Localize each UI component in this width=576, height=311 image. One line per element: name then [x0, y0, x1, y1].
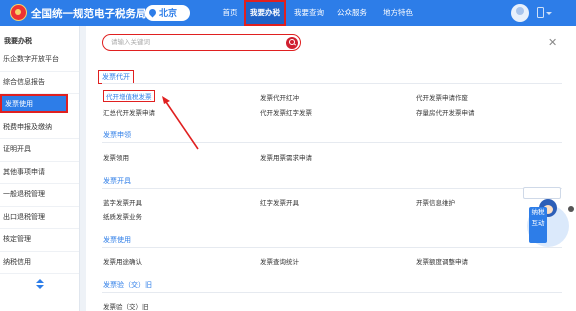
sidebar-scroll-control[interactable]	[36, 279, 44, 289]
link-blue-invoice[interactable]: 蓝字发票开具	[103, 197, 142, 207]
nav-local-features[interactable]: 地方特色	[378, 0, 418, 26]
section-title-invoice-agent: 发票代开	[98, 70, 134, 84]
chevron-down-icon[interactable]	[546, 12, 552, 15]
sidebar-item-export-refund[interactable]: 出口退税管理	[0, 207, 79, 229]
sidebar-item-assessment[interactable]: 核定管理	[0, 229, 79, 252]
tax-assistant-widget[interactable]: 纳税互动	[519, 187, 574, 249]
sidebar-item-leqi[interactable]: 乐企数字开放平台	[0, 49, 79, 72]
section-title-invoice-issue: 发票开具	[103, 178, 131, 185]
region-selector[interactable]: 北京	[145, 5, 190, 21]
mobile-icon[interactable]	[537, 7, 544, 18]
divider	[102, 247, 562, 248]
user-avatar-icon[interactable]	[511, 4, 529, 22]
link-invoice-purpose[interactable]: 发票用途确认	[103, 256, 142, 266]
service-panel: ✕ 发票代开 代开增值税发票 发票代开红冲 代开发票申请作废 汇总代开发票申请 …	[86, 26, 576, 311]
tax-emblem-icon	[10, 4, 27, 21]
sidebar-item-other-apply[interactable]: 其他事项申请	[0, 162, 79, 184]
search-input[interactable]	[111, 37, 281, 48]
sidebar-title: 我要办税	[4, 38, 32, 45]
divider	[102, 83, 562, 84]
nav-query[interactable]: 我要查询	[291, 0, 327, 26]
guide-arrow-icon	[162, 96, 199, 150]
link-invoice-stats[interactable]: 发票查询统计	[260, 256, 299, 266]
link-billing-info[interactable]: 开票信息维护	[416, 197, 455, 207]
close-icon[interactable]: ✕	[548, 38, 557, 49]
sidebar-item-invoice-use[interactable]: 发票使用	[0, 94, 68, 113]
link-red-invoice[interactable]: 红字发票开具	[260, 197, 299, 207]
section-title-invoice-apply: 发票申领	[103, 132, 131, 139]
top-header: 全国统一规范电子税务局 北京 首页 我要办税 我要查询 公众服务 地方特色	[0, 0, 576, 26]
chevron-down-icon[interactable]	[36, 285, 44, 289]
nav-public-service[interactable]: 公众服务	[334, 0, 370, 26]
link-agent-red-reversal[interactable]: 发票代开红冲	[260, 92, 299, 102]
sidebar-item-refund[interactable]: 一般退税管理	[0, 184, 79, 207]
link-agent-void[interactable]: 代开发票申请作废	[416, 92, 468, 102]
link-agent-red-invoice[interactable]: 代开发票红字发票	[260, 107, 312, 117]
link-invoice-quota[interactable]: 发票额度调整申请	[416, 256, 468, 266]
nav-tax-handling[interactable]: 我要办税	[244, 0, 286, 26]
link-agent-summary[interactable]: 汇总代开发票申请	[103, 107, 155, 117]
link-invoice-receive[interactable]: 发票领用	[103, 152, 129, 162]
sidebar: 我要办税 乐企数字开放平台 综合信息报告 发票使用 税费申报及缴纳 证明开具 其…	[0, 26, 80, 311]
link-agent-vat-invoice[interactable]: 代开增值税发票	[103, 90, 155, 102]
link-invoice-demand[interactable]: 发票用票需求申请	[260, 152, 312, 162]
close-icon[interactable]	[568, 206, 574, 212]
chevron-up-icon[interactable]	[36, 279, 44, 283]
link-agent-existing-house[interactable]: 存量房代开发票申请	[416, 107, 475, 117]
link-paper-invoice[interactable]: 纸质发票业务	[103, 211, 142, 221]
section-title-invoice-use: 发票使用	[103, 237, 131, 244]
sidebar-item-certificate[interactable]: 证明开具	[0, 139, 79, 162]
search-icon[interactable]	[286, 36, 298, 49]
sidebar-item-credit[interactable]: 纳税信用	[0, 252, 79, 274]
nav-home[interactable]: 首页	[219, 0, 241, 26]
assistant-tip-card[interactable]	[523, 187, 561, 199]
sidebar-item-info-report[interactable]: 综合信息报告	[0, 72, 79, 94]
divider	[102, 188, 562, 189]
divider	[102, 292, 562, 293]
search-box	[102, 34, 301, 51]
site-title[interactable]: 全国统一规范电子税务局	[31, 6, 147, 21]
section-title-invoice-verify: 发票验（交）旧	[103, 282, 152, 289]
assistant-badge[interactable]: 纳税互动	[529, 207, 547, 243]
region-label: 北京	[159, 8, 178, 18]
link-invoice-verify[interactable]: 发票验（交）旧	[103, 301, 149, 311]
sidebar-item-declare-pay[interactable]: 税费申报及缴纳	[0, 117, 79, 139]
location-pin-icon	[147, 7, 158, 18]
